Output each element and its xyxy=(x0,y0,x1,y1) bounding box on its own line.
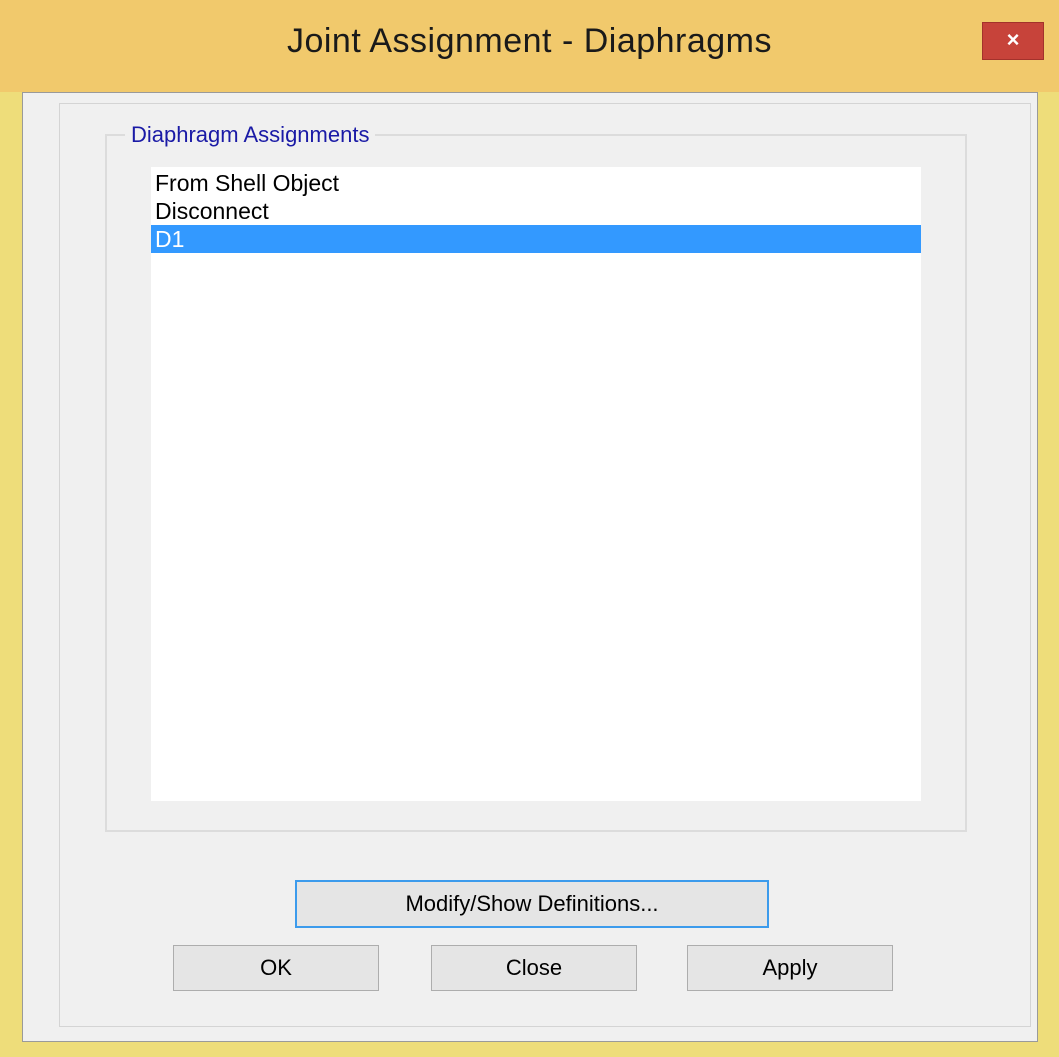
dialog-window: Joint Assignment - Diaphragms × Diaphrag… xyxy=(0,0,1059,1057)
close-window-button[interactable]: × xyxy=(982,22,1044,60)
diaphragm-listbox[interactable]: From Shell Object Disconnect D1 xyxy=(151,167,921,801)
list-item-from-shell-object[interactable]: From Shell Object xyxy=(151,169,921,197)
window-title: Joint Assignment - Diaphragms xyxy=(286,22,773,60)
apply-button[interactable]: Apply xyxy=(687,945,893,991)
modify-show-definitions-button[interactable]: Modify/Show Definitions... xyxy=(295,880,769,928)
title-bar[interactable]: Joint Assignment - Diaphragms × xyxy=(0,0,1059,92)
dialog-client-area: Diaphragm Assignments From Shell Object … xyxy=(22,92,1038,1042)
list-item-disconnect[interactable]: Disconnect xyxy=(151,197,921,225)
group-label: Diaphragm Assignments xyxy=(125,122,376,148)
list-item-d1[interactable]: D1 xyxy=(151,225,921,253)
close-button[interactable]: Close xyxy=(431,945,637,991)
ok-button[interactable]: OK xyxy=(173,945,379,991)
